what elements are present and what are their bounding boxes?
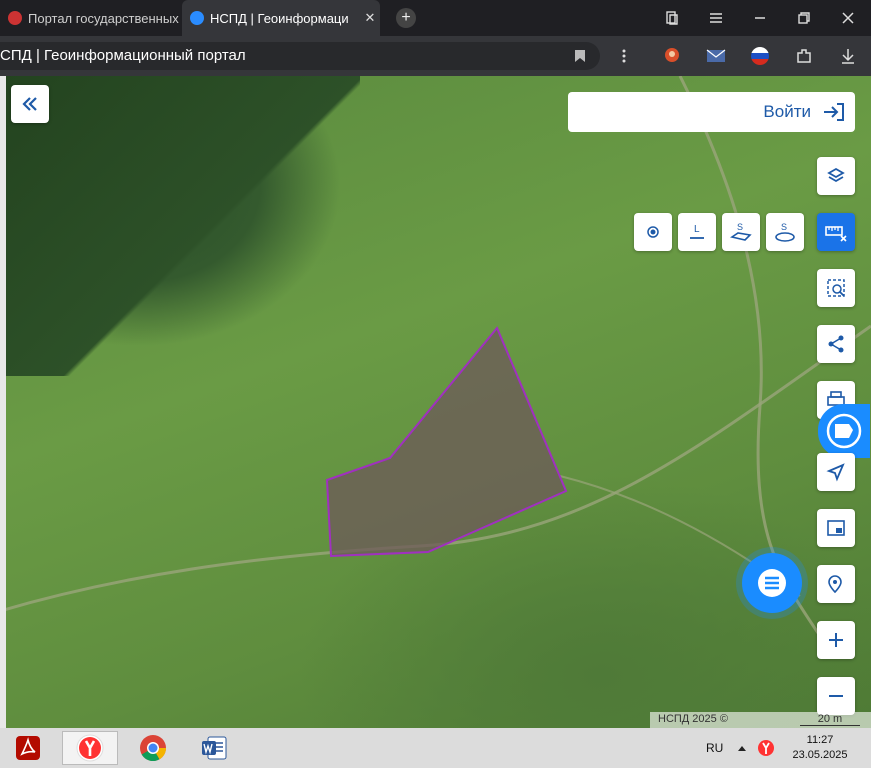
taskbar-yandex[interactable] <box>62 731 118 765</box>
clock-time: 11:27 <box>806 734 834 746</box>
measure-point-button[interactable] <box>634 213 672 251</box>
extensions-puzzle-icon[interactable] <box>792 44 816 68</box>
search-location-button[interactable] <box>817 565 855 603</box>
navigation-arrow-icon <box>826 463 845 482</box>
minimap-button[interactable] <box>817 509 855 547</box>
nspd-logo-icon <box>826 413 862 449</box>
tab-nspd[interactable]: НСПД | Геоинформаци ✕ <box>182 0 380 36</box>
minus-icon <box>829 695 843 697</box>
russian-flag-icon[interactable] <box>748 44 772 68</box>
land-parcel-polygon <box>325 326 568 558</box>
svg-text:S: S <box>737 222 743 232</box>
measure-length-button[interactable]: L <box>678 213 716 251</box>
clock-date: 23.05.2025 <box>792 749 848 761</box>
yandex-browser-icon <box>76 734 104 762</box>
double-chevron-left-icon <box>22 97 37 111</box>
picture-in-picture-icon <box>827 520 845 536</box>
ruler-icon <box>825 226 847 242</box>
map-overlay <box>0 76 871 637</box>
zoom-out-button[interactable] <box>817 677 855 715</box>
tray-overflow-icon[interactable] <box>737 728 747 768</box>
chrome-icon <box>140 735 167 762</box>
extension-avatar-icon[interactable] <box>660 44 684 68</box>
system-clock[interactable]: 11:27 23.05.2025 <box>788 733 852 763</box>
language-indicator[interactable]: RU <box>706 728 723 768</box>
collapse-panel-button[interactable] <box>11 85 49 123</box>
measure-tools-button[interactable] <box>817 213 855 251</box>
nspd-favicon-icon <box>190 11 204 25</box>
menu-icon[interactable] <box>696 0 736 36</box>
address-field[interactable]: СПД | Геоинформационный портал <box>0 42 600 70</box>
download-icon[interactable] <box>836 44 860 68</box>
map-attribution: НСПД 2025 © 20 m <box>650 712 871 728</box>
attribution-text: НСПД 2025 © <box>658 713 728 725</box>
share-button[interactable] <box>817 325 855 363</box>
tab-label: НСПД | Геоинформаци <box>210 10 349 26</box>
login-label: Войти <box>763 102 811 121</box>
restore-icon[interactable] <box>784 0 824 36</box>
satellite-map[interactable] <box>0 76 871 728</box>
location-search-icon <box>828 575 842 594</box>
word-icon <box>202 736 227 760</box>
share-icon <box>828 335 844 353</box>
site-favicon-icon <box>8 11 22 25</box>
tab-label: Портал государственных <box>28 10 179 26</box>
taskbar-chrome[interactable] <box>125 731 181 765</box>
acrobat-icon <box>16 736 40 760</box>
taskbar-acrobat[interactable] <box>0 731 56 765</box>
layers-button[interactable] <box>817 157 855 195</box>
chat-button[interactable] <box>742 553 802 613</box>
more-options-icon[interactable] <box>612 44 636 68</box>
scale-bar: 20 m <box>800 713 860 726</box>
left-panel-edge <box>0 76 6 728</box>
layers-icon <box>827 167 845 183</box>
selection-search-icon <box>827 279 845 297</box>
close-window-icon[interactable] <box>828 0 868 36</box>
minimize-icon[interactable] <box>740 0 780 36</box>
geolocation-button[interactable] <box>817 453 855 491</box>
chat-menu-icon <box>758 569 786 597</box>
measure-area-button[interactable]: S <box>722 213 760 251</box>
login-button[interactable]: Войти <box>568 92 855 132</box>
length-icon: L <box>690 224 704 239</box>
svg-text:L: L <box>694 224 700 235</box>
windows-taskbar: RU 11:27 23.05.2025 <box>0 728 871 768</box>
address-bar-row: СПД | Геоинформационный портал <box>0 36 871 76</box>
bookmark-icon[interactable] <box>568 44 592 68</box>
plus-icon <box>829 633 843 647</box>
browser-tab-bar: Портал государственных НСПД | Геоинформа… <box>0 0 871 36</box>
tab-portal[interactable]: Портал государственных <box>0 0 180 36</box>
nspd-logo-button[interactable] <box>818 404 870 458</box>
mail-icon[interactable] <box>704 44 728 68</box>
road-track <box>678 76 822 637</box>
close-tab-icon[interactable]: ✕ <box>360 10 380 26</box>
area-icon: S <box>730 222 752 241</box>
login-arrow-icon <box>824 103 844 121</box>
zoom-in-button[interactable] <box>817 621 855 659</box>
circle-area-icon: S <box>775 222 795 242</box>
new-tab-button[interactable]: + <box>396 8 416 28</box>
tray-yandex-icon[interactable] <box>757 728 775 768</box>
bookmarks-icon[interactable] <box>652 0 692 36</box>
point-icon <box>647 226 659 238</box>
svg-text:S: S <box>781 222 787 232</box>
measure-circle-area-button[interactable]: S <box>766 213 804 251</box>
taskbar-word[interactable] <box>186 731 242 765</box>
select-area-button[interactable] <box>817 269 855 307</box>
